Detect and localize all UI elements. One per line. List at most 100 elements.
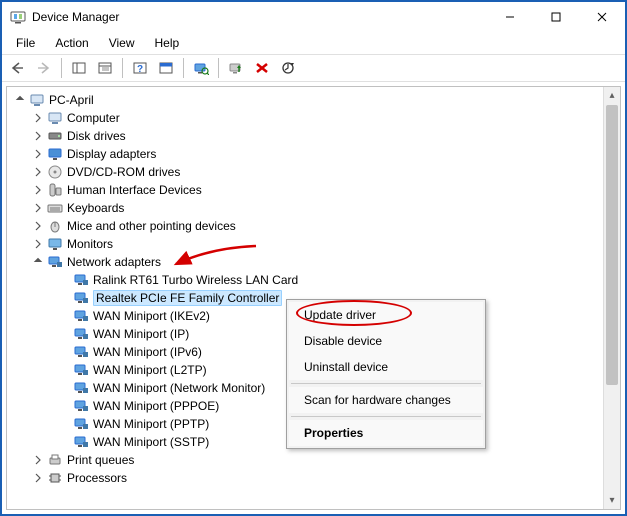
network-icon <box>73 434 89 450</box>
disk-icon <box>47 128 63 144</box>
mouse-icon <box>47 218 63 234</box>
network-icon <box>47 254 63 270</box>
tree-category-computer[interactable]: Computer <box>7 109 603 127</box>
tree-category-keyboards[interactable]: Keyboards <box>7 199 603 217</box>
chevron-down-icon[interactable] <box>31 255 45 269</box>
cm-disable-device[interactable]: Disable device <box>289 328 483 354</box>
update-driver-button[interactable] <box>276 57 300 79</box>
close-button[interactable] <box>579 2 625 32</box>
tree-label: Computer <box>67 111 120 125</box>
tree-label: WAN Miniport (PPTP) <box>93 417 209 431</box>
vertical-scrollbar[interactable]: ▴ ▾ <box>603 87 620 509</box>
chevron-right-icon[interactable] <box>31 147 45 161</box>
tree-label: Monitors <box>67 237 113 251</box>
back-button[interactable] <box>6 57 30 79</box>
maximize-button[interactable] <box>533 2 579 32</box>
context-menu: Update driver Disable device Uninstall d… <box>286 299 486 449</box>
tree-label: WAN Miniport (IPv6) <box>93 345 202 359</box>
network-icon <box>73 344 89 360</box>
enable-device-button[interactable] <box>224 57 248 79</box>
device-manager-window: Device Manager File Action View Help <box>0 0 627 516</box>
titlebar: Device Manager <box>2 2 625 32</box>
tree-category-hid[interactable]: Human Interface Devices <box>7 181 603 199</box>
tree-category-dvd[interactable]: DVD/CD-ROM drives <box>7 163 603 181</box>
action-button[interactable] <box>154 57 178 79</box>
tree-label: Mice and other pointing devices <box>67 219 236 233</box>
chevron-down-icon[interactable] <box>13 93 27 107</box>
tree-category-display-adapters[interactable]: Display adapters <box>7 145 603 163</box>
tree-category-mice[interactable]: Mice and other pointing devices <box>7 217 603 235</box>
menu-view[interactable]: View <box>99 34 145 52</box>
tree-label: Realtek PCIe FE Family Controller <box>93 290 282 306</box>
svg-text:?: ? <box>137 64 143 75</box>
minimize-button[interactable] <box>487 2 533 32</box>
tree-label: Processors <box>67 471 127 485</box>
tree-category-network-adapters[interactable]: Network adapters <box>7 253 603 271</box>
scroll-thumb[interactable] <box>606 105 618 385</box>
tree-label: Print queues <box>67 453 134 467</box>
tree-category-processors[interactable]: Processors <box>7 469 603 487</box>
toolbar-separator <box>122 58 123 78</box>
window-controls <box>487 2 625 32</box>
window-title: Device Manager <box>32 10 487 24</box>
scroll-down-icon[interactable]: ▾ <box>604 492 620 509</box>
forward-button[interactable] <box>32 57 56 79</box>
menu-action[interactable]: Action <box>45 34 98 52</box>
toolbar-separator <box>61 58 62 78</box>
tree-category-monitors[interactable]: Monitors <box>7 235 603 253</box>
keyboard-icon <box>47 200 63 216</box>
tree-label: Ralink RT61 Turbo Wireless LAN Card <box>93 273 298 287</box>
scan-hardware-button[interactable] <box>189 57 213 79</box>
menubar: File Action View Help <box>2 32 625 54</box>
chevron-right-icon[interactable] <box>31 471 45 485</box>
tree-category-print-queues[interactable]: Print queues <box>7 451 603 469</box>
cm-properties[interactable]: Properties <box>289 420 483 446</box>
chevron-right-icon[interactable] <box>31 129 45 143</box>
cm-scan-hardware[interactable]: Scan for hardware changes <box>289 387 483 413</box>
processor-icon <box>47 470 63 486</box>
help-button[interactable]: ? <box>128 57 152 79</box>
chevron-right-icon[interactable] <box>31 165 45 179</box>
menu-file[interactable]: File <box>6 34 45 52</box>
cm-update-driver[interactable]: Update driver <box>289 302 483 328</box>
tree-label: Human Interface Devices <box>67 183 202 197</box>
network-icon <box>73 362 89 378</box>
network-icon <box>73 290 89 306</box>
printer-icon <box>47 452 63 468</box>
network-icon <box>73 380 89 396</box>
show-hide-tree-button[interactable] <box>67 57 91 79</box>
chevron-right-icon[interactable] <box>31 111 45 125</box>
cm-uninstall-device[interactable]: Uninstall device <box>289 354 483 380</box>
context-menu-separator <box>291 383 481 384</box>
toolbar-separator <box>183 58 184 78</box>
chevron-right-icon[interactable] <box>31 453 45 467</box>
tree-label: Network adapters <box>67 255 161 269</box>
properties-sheet-button[interactable] <box>93 57 117 79</box>
tree-label: WAN Miniport (L2TP) <box>93 363 207 377</box>
tree-label: Display adapters <box>67 147 156 161</box>
chevron-right-icon[interactable] <box>31 183 45 197</box>
context-menu-separator <box>291 416 481 417</box>
network-icon <box>73 398 89 414</box>
tree-label: WAN Miniport (IKEv2) <box>93 309 210 323</box>
chevron-right-icon[interactable] <box>31 219 45 233</box>
display-icon <box>47 146 63 162</box>
computer-icon <box>47 110 63 126</box>
tree-label: WAN Miniport (Network Monitor) <box>93 381 265 395</box>
tree-device[interactable]: Ralink RT61 Turbo Wireless LAN Card <box>7 271 603 289</box>
menu-help[interactable]: Help <box>145 34 190 52</box>
tree-category-disk-drives[interactable]: Disk drives <box>7 127 603 145</box>
root-label: PC-April <box>49 93 94 107</box>
chevron-right-icon[interactable] <box>31 237 45 251</box>
tree-label: WAN Miniport (PPPOE) <box>93 399 219 413</box>
toolbar: ? <box>2 54 625 82</box>
chevron-right-icon[interactable] <box>31 201 45 215</box>
network-icon <box>73 308 89 324</box>
dvd-icon <box>47 164 63 180</box>
app-icon <box>10 9 26 25</box>
uninstall-device-button[interactable] <box>250 57 274 79</box>
scroll-up-icon[interactable]: ▴ <box>604 87 620 104</box>
network-icon <box>73 272 89 288</box>
tree-root[interactable]: PC-April <box>7 91 603 109</box>
tree-label: WAN Miniport (SSTP) <box>93 435 209 449</box>
